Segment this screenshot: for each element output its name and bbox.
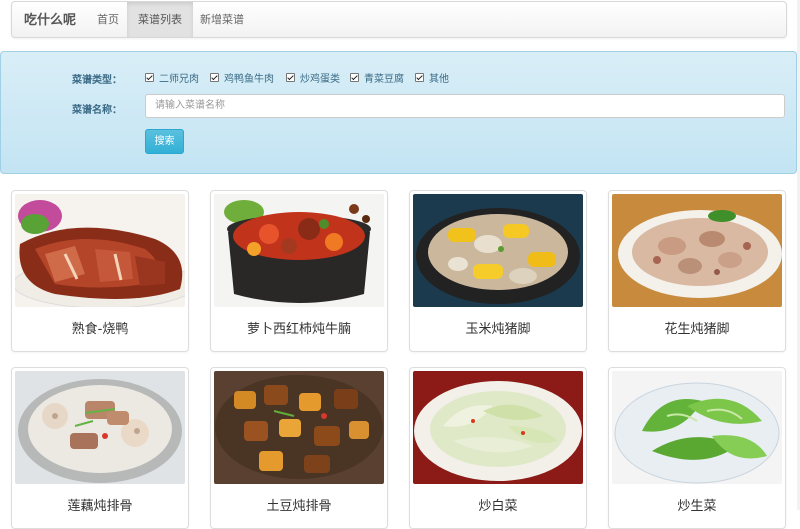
recipe-image-potato-ribs[interactable] xyxy=(214,371,384,484)
recipe-title[interactable]: 炒白菜 xyxy=(410,495,586,514)
brand-logo[interactable]: 吃什么呢 xyxy=(24,2,76,37)
type-checkbox-vegetable-tofu[interactable]: 青菜豆腐 xyxy=(350,71,404,85)
recipe-card[interactable]: 花生炖猪脚 xyxy=(608,190,786,352)
recipe-card[interactable]: 熟食-烧鸭 xyxy=(11,190,189,352)
checkbox-checked-icon[interactable] xyxy=(145,73,154,82)
search-button[interactable]: 搜索 xyxy=(145,129,184,154)
recipe-name-label: 菜谱名称： xyxy=(72,105,122,116)
recipe-image-peanut-pig-trotter[interactable] xyxy=(612,194,782,307)
recipe-image-corn-pig-trotter[interactable] xyxy=(413,194,583,307)
checkbox-label: 其他 xyxy=(429,74,449,85)
recipe-image-roast-duck[interactable] xyxy=(15,194,185,307)
recipe-card[interactable]: 莲藕炖排骨 xyxy=(11,367,189,529)
recipe-title[interactable]: 萝卜西红柿炖牛腩 xyxy=(211,318,387,337)
recipe-name-input[interactable]: 请输入菜谱名称 xyxy=(145,94,785,118)
search-panel: 菜谱类型： 二师兄肉 鸡鸭鱼牛肉 炒鸡蛋类 青菜豆腐 其他 菜谱名称： 请输入菜… xyxy=(0,51,797,174)
recipe-title[interactable]: 玉米炖猪脚 xyxy=(410,318,586,337)
type-checkbox-pork[interactable]: 二师兄肉 xyxy=(145,71,199,85)
recipe-title[interactable]: 熟食-烧鸭 xyxy=(12,318,188,337)
checkbox-label: 鸡鸭鱼牛肉 xyxy=(224,74,274,85)
type-checkbox-other[interactable]: 其他 xyxy=(415,71,449,85)
type-checkbox-poultry-fish-beef[interactable]: 鸡鸭鱼牛肉 xyxy=(210,71,274,85)
checkbox-label: 二师兄肉 xyxy=(159,74,199,85)
checkbox-checked-icon[interactable] xyxy=(210,73,219,82)
recipe-image-stir-fried-cabbage[interactable] xyxy=(413,371,583,484)
nav-home[interactable]: 首页 xyxy=(86,2,130,37)
recipe-card[interactable]: 玉米炖猪脚 xyxy=(409,190,587,352)
recipe-card[interactable]: 萝卜西红柿炖牛腩 xyxy=(210,190,388,352)
nav-add-recipe[interactable]: 新增菜谱 xyxy=(189,2,255,37)
recipe-image-beef-brisket[interactable] xyxy=(214,194,384,307)
checkbox-checked-icon[interactable] xyxy=(350,73,359,82)
nav-recipe-list[interactable]: 菜谱列表 xyxy=(127,2,193,37)
recipe-card[interactable]: 土豆炖排骨 xyxy=(210,367,388,529)
recipe-title[interactable]: 花生炖猪脚 xyxy=(609,318,785,337)
navbar: 吃什么呢 首页 菜谱列表 新增菜谱 xyxy=(11,1,787,38)
recipe-card[interactable]: 炒白菜 xyxy=(409,367,587,529)
recipe-card[interactable]: 炒生菜 xyxy=(608,367,786,529)
recipe-image-lotus-root-ribs[interactable] xyxy=(15,371,185,484)
recipe-image-stir-fried-lettuce[interactable] xyxy=(612,371,782,484)
checkbox-checked-icon[interactable] xyxy=(286,73,295,82)
recipe-title[interactable]: 土豆炖排骨 xyxy=(211,495,387,514)
checkbox-label: 青菜豆腐 xyxy=(364,74,404,85)
recipe-title[interactable]: 莲藕炖排骨 xyxy=(12,495,188,514)
checkbox-checked-icon[interactable] xyxy=(415,73,424,82)
recipe-title[interactable]: 炒生菜 xyxy=(609,495,785,514)
type-checkbox-egg[interactable]: 炒鸡蛋类 xyxy=(286,71,340,85)
checkbox-label: 炒鸡蛋类 xyxy=(300,74,340,85)
recipe-type-label: 菜谱类型： xyxy=(72,75,122,86)
